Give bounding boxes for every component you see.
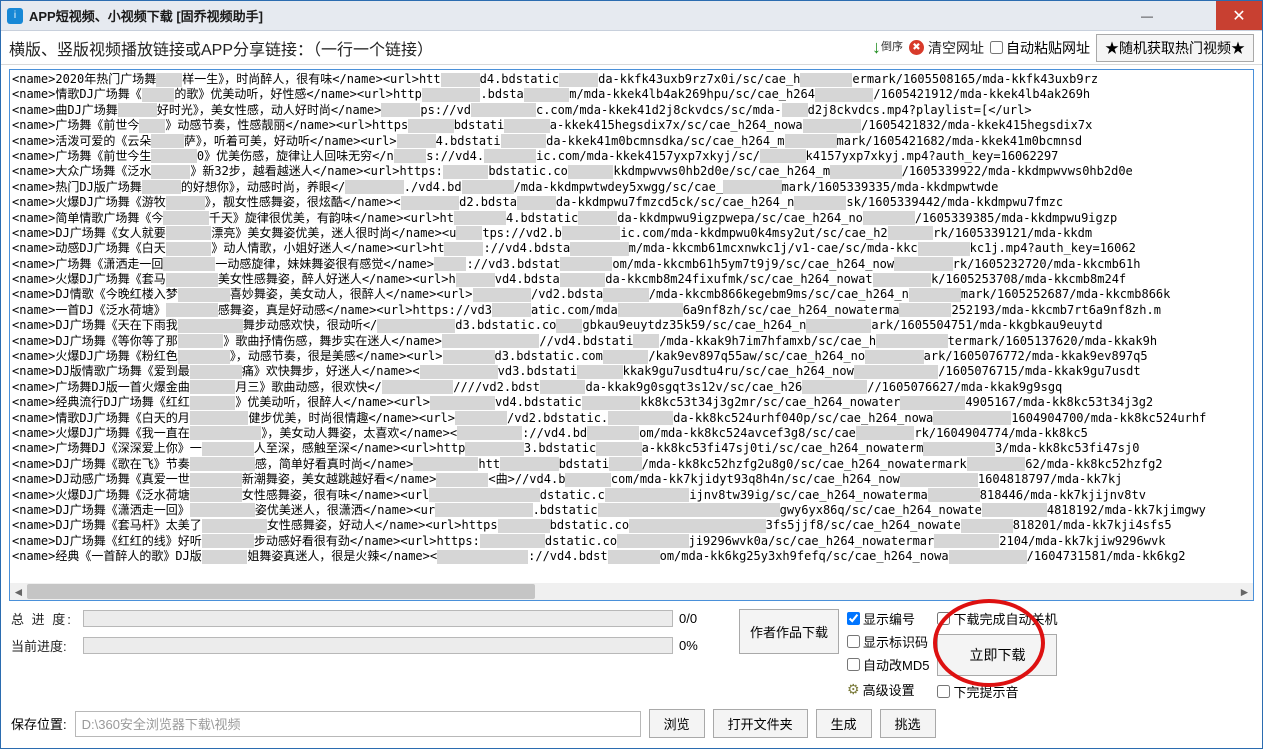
bottom-panel: 总 进 度: 0/0 作者作品下载 显示编号 显示标识码 自动改MD5 ⚙高级设… [1, 603, 1262, 748]
url-line: <name>广场舞《前世今》动感节奏，性感靓丽</name><url>https… [12, 118, 1253, 133]
advanced-settings-button[interactable]: ⚙高级设置 [847, 680, 929, 699]
url-line: <name>经典流行DJ广场舞《红红》优美动听，很醉人</name><url>v… [12, 395, 1253, 410]
current-progress-label: 当前进度: [11, 636, 83, 655]
arrow-down-icon: ↓ [872, 37, 881, 58]
url-line: <name>DJ版情歌广场舞《爱到最痛》欢快舞步，好迷人</name><vd3.… [12, 364, 1253, 379]
titlebar: i APP短视频、小视频下载 [固乔视频助手] — ✕ [1, 1, 1262, 31]
total-progress-ratio: 0/0 [673, 611, 721, 626]
url-textarea[interactable]: <name>2020年热门广场舞样一生》，时尚醉人，很有味</name><url… [10, 70, 1253, 583]
url-line: <name>动感DJ广场舞《白天》动人情歌，小姐好迷人</name><url>h… [12, 241, 1253, 256]
url-line: <name>大众广场舞《泛水》新32步，越看越迷人</name><url>htt… [12, 164, 1253, 179]
url-line: <name>DJ情歌《今晚红楼入梦喜妙舞姿，美女动人，很醉人</name><ur… [12, 287, 1253, 302]
current-progress-pct: 0% [673, 638, 721, 653]
url-line: <name>广场舞《前世今生0》优美伤感，旋律让人回味无穷</ns://vd4.… [12, 149, 1253, 164]
url-line: <name>DJ广场舞《女人就要漂亮》美女舞姿优美，迷人很时尚</name><u… [12, 226, 1253, 241]
maximize-button[interactable] [1170, 1, 1216, 30]
url-line: <name>曲DJ广场舞好时光》，美女性感，动人好时尚</name>ps://v… [12, 103, 1253, 118]
scrollbar-track[interactable] [27, 583, 1236, 600]
url-line: <name>DJ广场舞《歌在飞》节奏感，简单好看真时尚</name>httbds… [12, 457, 1253, 472]
gear-icon: ⚙ [847, 681, 860, 698]
scroll-left-icon[interactable]: ◄ [10, 583, 27, 600]
random-hot-video-button[interactable]: ★随机获取热门视频★ [1096, 34, 1254, 62]
save-path-label: 保存位置: [11, 714, 67, 733]
author-works-download-button[interactable]: 作者作品下载 [739, 609, 839, 654]
url-textarea-wrap: <name>2020年热门广场舞样一生》，时尚醉人，很有味</name><url… [9, 69, 1254, 601]
url-line: <name>2020年热门广场舞样一生》，时尚醉人，很有味</name><url… [12, 72, 1253, 87]
show-number-checkbox[interactable]: 显示编号 [847, 609, 929, 628]
url-line: <name>情歌DJ广场舞《白天的月健步优美，时尚很情趣</name><url>… [12, 411, 1253, 426]
scrollbar-thumb[interactable] [27, 584, 535, 599]
url-line: <name>经典《一首醉人的歌》DJ版姐舞姿真迷人，很是火辣</name><:/… [12, 549, 1253, 564]
toolbar: 横版、竖版视频播放链接或APP分享链接：（一行一个链接） ↓ 倒序 ✖ 清空网址… [1, 31, 1262, 65]
url-line: <name>活泼可爱的《云朵萨》，听着可美，好动听</name><url>4.b… [12, 134, 1253, 149]
url-line: <name>火爆DJ广场舞《套马美女性感舞姿，醉人好迷人</name><url>… [12, 272, 1253, 287]
url-line: <name>DJ广场舞《等你等了那》歌曲抒情伤感，舞步实在迷人</name>//… [12, 334, 1253, 349]
pick-button[interactable]: 挑选 [880, 709, 936, 738]
url-line: <name>火爆DJ广场舞《游牧》，靓女性感舞姿，很炫酷</name><d2.b… [12, 195, 1253, 210]
finish-sound-checkbox[interactable]: 下完提示音 [937, 682, 1057, 701]
url-line: <name>火爆DJ广场舞《粉红色》，动感节奏，很是美感</name><url>… [12, 349, 1253, 364]
download-box: 下载完成自动关机 立即下载 下完提示音 [937, 609, 1057, 701]
url-line: <name>DJ动感广场舞《真爱一世新潮舞姿，美女越跳越好看</name><曲>… [12, 472, 1253, 487]
browse-button[interactable]: 浏览 [649, 709, 705, 738]
scroll-right-icon[interactable]: ► [1236, 583, 1253, 600]
horizontal-scrollbar[interactable]: ◄ ► [10, 583, 1253, 600]
current-progress-bar [83, 637, 673, 654]
clear-urls-button[interactable]: ✖ 清空网址 [909, 38, 984, 58]
url-line: <name>情歌DJ广场舞《的歌》优美动听，好性感</name><url>htt… [12, 87, 1253, 102]
auto-md5-checkbox[interactable]: 自动改MD5 [847, 655, 929, 674]
total-progress-bar [83, 610, 673, 627]
shutdown-after-checkbox[interactable]: 下载完成自动关机 [937, 609, 1057, 628]
window-controls: — ✕ [1124, 1, 1262, 30]
minimize-button[interactable]: — [1124, 1, 1170, 30]
right-controls: 作者作品下载 显示编号 显示标识码 自动改MD5 ⚙高级设置 下载完成自动关机 … [733, 609, 1252, 701]
x-icon: ✖ [909, 40, 924, 55]
options-group: 显示编号 显示标识码 自动改MD5 ⚙高级设置 [847, 609, 929, 699]
open-folder-button[interactable]: 打开文件夹 [713, 709, 808, 738]
url-line: <name>简单情歌广场舞《今千天》旋律很优美，有韵味</name><url>h… [12, 211, 1253, 226]
url-line: <name>火爆DJ广场舞《我一直在》，美女动人舞姿，太喜欢</name><:/… [12, 426, 1253, 441]
url-line: <name>DJ广场舞《天在下雨我舞步动感欢快，很动听</d3.bdstatic… [12, 318, 1253, 333]
generate-button[interactable]: 生成 [816, 709, 872, 738]
url-line: <name>一首DJ《泛水荷塘》感舞姿，真是好动感</name><url>htt… [12, 303, 1253, 318]
url-line: <name>广场舞DJ《深深爱上你》一人至深，感触至深</name><url>h… [12, 441, 1253, 456]
url-line: <name>广场舞《潇洒走一回一动感旋律，妹妹舞姿很有感觉</name>://v… [12, 257, 1253, 272]
auto-paste-checkbox[interactable]: 自动粘贴网址 [990, 38, 1090, 58]
url-line: <name>DJ广场舞《套马杆》太美了女性感舞姿，好动人</name><url>… [12, 518, 1253, 533]
url-line: <name>广场舞DJ版一首火爆金曲月三》歌曲动感，很欢快</////vd2.b… [12, 380, 1253, 395]
download-now-button[interactable]: 立即下载 [937, 634, 1057, 676]
url-line: <name>热门DJ版广场舞的好想你》，动感时尚，养眼</./vd4.bd/md… [12, 180, 1253, 195]
total-progress-label: 总 进 度: [11, 609, 83, 628]
url-line: <name>DJ广场舞《红红的线》好听步动感好看很有劲</name><url>h… [12, 534, 1253, 549]
app-icon: i [7, 8, 23, 24]
show-code-checkbox[interactable]: 显示标识码 [847, 632, 929, 651]
sort-button[interactable]: ↓ 倒序 [872, 37, 903, 58]
close-button[interactable]: ✕ [1216, 1, 1262, 30]
save-path-input[interactable] [75, 711, 641, 737]
url-prompt-label: 横版、竖版视频播放链接或APP分享链接：（一行一个链接） [9, 36, 866, 60]
window-title: APP短视频、小视频下载 [固乔视频助手] [29, 6, 1124, 25]
url-line: <name>DJ广场舞《潇洒走一回》姿优美迷人，很潇洒</name><ur.bd… [12, 503, 1253, 518]
url-line: <name>火爆DJ广场舞《泛水荷塘女性感舞姿，很有味</name><urlds… [12, 488, 1253, 503]
save-row: 保存位置: 浏览 打开文件夹 生成 挑选 [11, 709, 1252, 738]
app-window: i APP短视频、小视频下载 [固乔视频助手] — ✕ 横版、竖版视频播放链接或… [0, 0, 1263, 749]
